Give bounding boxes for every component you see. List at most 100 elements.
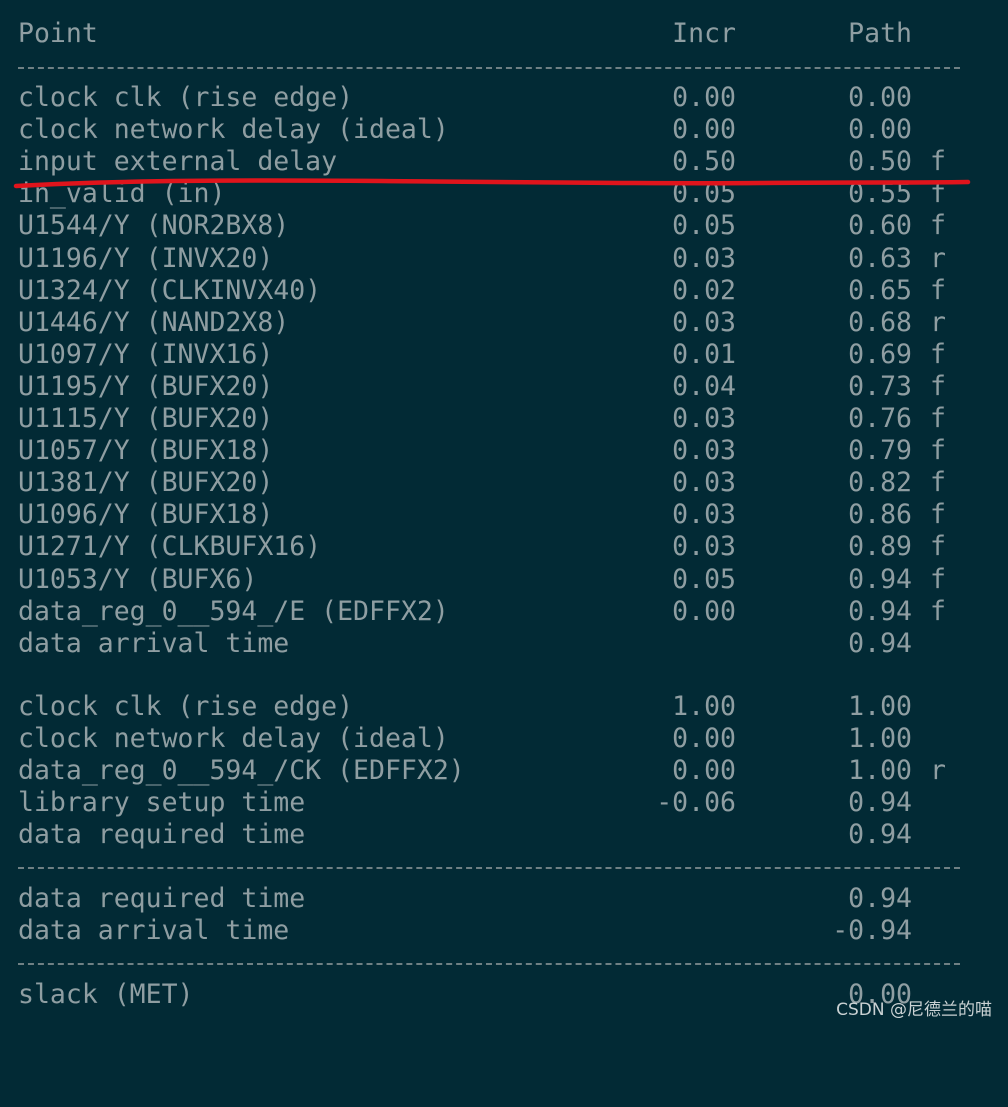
path-cell: 0.63 [848,242,912,274]
arrival-row: U1196/Y (INVX20) 0.03 0.63 r [0,243,1008,275]
path-cell: 0.55 [848,178,912,210]
path-cell: 0.94 [848,627,912,659]
incr-cell: 0.00 [672,82,736,113]
path-cell: 0.94 [848,819,912,851]
incr-cell: 0.00 [672,595,736,627]
point-cell: data arrival time [18,915,290,947]
point-cell: U1097/Y (INVX16) [18,338,274,370]
point-cell: clock network delay (ideal) [18,723,449,755]
transition-flag: f [930,435,946,467]
transition-flag: f [930,146,946,178]
arrival-row: in_valid (in) 0.05 0.55 f [0,178,1008,210]
path-cell: 0.76 [848,403,912,434]
path-cell: 0.73 [848,370,912,402]
transition-flag: f [930,403,946,434]
arrival-row: U1446/Y (NAND2X8) 0.03 0.68 r [0,307,1008,339]
path-cell: 0.94 [848,787,912,819]
required-row: clock clk (rise edge) 1.00 1.00 [0,691,1008,723]
arrival-row: data arrival time 0.94 [0,628,1008,660]
point-cell: U1446/Y (NAND2X8) [18,306,290,338]
path-cell: 0.60 [848,210,912,242]
arrival-row: U1053/Y (BUFX6) 0.05 0.94 f [0,564,1008,596]
transition-flag: f [930,370,946,402]
transition-flag: f [930,563,946,595]
transition-flag: r [930,755,946,787]
point-cell: U1115/Y (BUFX20) [18,403,274,434]
summary-row: data required time 0.94 [0,883,1008,915]
point-cell: U1196/Y (INVX20) [18,242,274,274]
point-cell: library setup time [18,787,306,819]
incr-cell: 0.01 [672,338,736,370]
path-cell: 0.82 [848,467,912,499]
incr-cell: 1.00 [672,691,736,722]
transition-flag: f [930,210,946,242]
point-cell: U1053/Y (BUFX6) [18,563,258,595]
incr-cell: 0.50 [672,146,736,178]
incr-cell: 0.00 [672,755,736,787]
point-cell: U1324/Y (CLKINVX40) [18,274,322,306]
path-cell: -0.94 [832,915,912,947]
arrival-row: U1544/Y (NOR2BX8) 0.05 0.60 f [0,210,1008,242]
path-cell: 0.86 [848,499,912,531]
timing-report-terminal: Point Incr Path clock clk (rise edge) 0.0… [0,0,1008,1030]
incr-cell: 0.02 [672,274,736,306]
watermark: CSDN @尼德兰的喵 [836,1000,992,1020]
path-cell: 0.00 [848,82,912,113]
transition-flag: f [930,274,946,306]
incr-cell: 0.04 [672,370,736,402]
path-cell: 0.00 [848,114,912,146]
transition-flag: f [930,338,946,370]
path-cell: 0.50 [848,146,912,178]
separator-top [18,51,960,83]
path-cell: 0.68 [848,306,912,338]
transition-flag: f [930,595,946,627]
point-cell: clock network delay (ideal) [18,114,449,146]
incr-cell: 0.03 [672,403,736,434]
incr-cell: 0.00 [672,723,736,755]
required-row: clock network delay (ideal) 0.00 1.00 [0,723,1008,755]
path-cell: 0.65 [848,274,912,306]
path-cell: 0.94 [848,595,912,627]
point-cell: U1381/Y (BUFX20) [18,467,274,499]
point-cell: clock clk (rise edge) [18,691,354,722]
arrival-row: U1271/Y (CLKBUFX16) 0.03 0.89 f [0,531,1008,563]
point-cell: data required time [18,883,306,914]
arrival-row: U1097/Y (INVX16) 0.01 0.69 f [0,339,1008,371]
path-cell: 0.69 [848,338,912,370]
transition-flag: f [930,178,946,210]
point-cell: data_reg_0__594_/CK (EDFFX2) [18,755,465,787]
arrival-row: input external delay 0.50 0.50 f [0,146,1008,178]
incr-cell: 0.03 [672,435,736,467]
arrival-row: U1381/Y (BUFX20) 0.03 0.82 f [0,467,1008,499]
point-cell: U1271/Y (CLKBUFX16) [18,531,322,563]
path-cell: 0.94 [848,563,912,595]
required-row: data_reg_0__594_/CK (EDFFX2) 0.00 1.00 r [0,755,1008,787]
point-cell: data required time [18,819,306,851]
path-cell: 0.79 [848,435,912,467]
point-cell: data_reg_0__594_/E (EDFFX2) [18,595,449,627]
transition-flag: f [930,467,946,499]
incr-cell: 0.03 [672,306,736,338]
point-cell: U1096/Y (BUFX18) [18,499,274,531]
separator-bottom [18,947,960,979]
path-cell: 1.00 [848,691,912,722]
incr-cell: 0.05 [672,563,736,595]
separator-middle [18,851,960,883]
arrival-row: U1096/Y (BUFX18) 0.03 0.86 f [0,499,1008,531]
point-cell: U1057/Y (BUFX18) [18,435,274,467]
transition-flag: f [930,499,946,531]
summary-row: data arrival time -0.94 [0,915,1008,947]
transition-flag: r [930,306,946,338]
transition-flag: f [930,531,946,563]
arrival-row: U1057/Y (BUFX18) 0.03 0.79 f [0,435,1008,467]
path-cell: 1.00 [848,723,912,755]
point-cell: U1544/Y (NOR2BX8) [18,210,290,242]
path-cell: 0.94 [848,883,912,914]
point-cell: clock clk (rise edge) [18,82,354,113]
transition-flag: r [930,242,946,274]
header-row: Point Incr Path [0,18,1008,50]
incr-cell: 0.03 [672,499,736,531]
arrival-row: U1324/Y (CLKINVX40) 0.02 0.65 f [0,275,1008,307]
incr-cell: 0.05 [672,210,736,242]
arrival-row: data_reg_0__594_/E (EDFFX2) 0.00 0.94 f [0,596,1008,628]
